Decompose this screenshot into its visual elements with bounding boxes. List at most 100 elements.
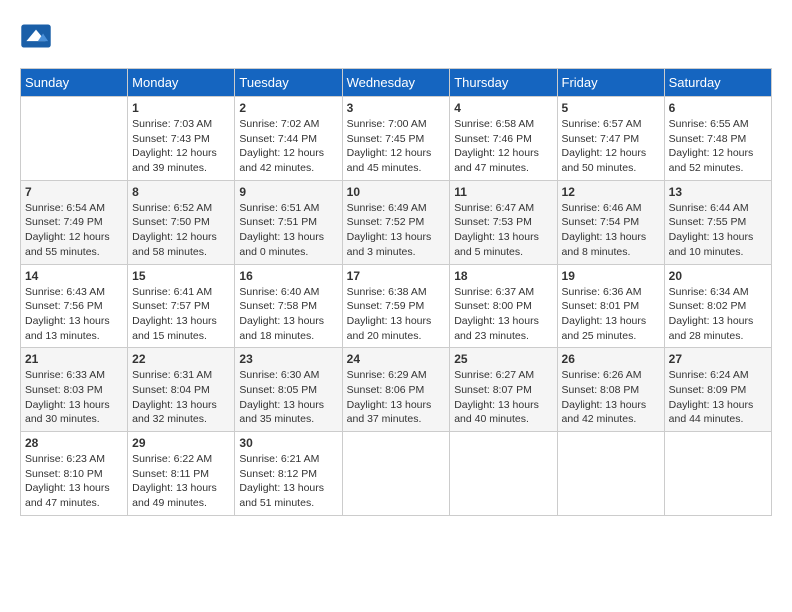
- calendar-cell: 10Sunrise: 6:49 AM Sunset: 7:52 PM Dayli…: [342, 180, 450, 264]
- day-info: Sunrise: 6:47 AM Sunset: 7:53 PM Dayligh…: [454, 201, 552, 260]
- day-number: 15: [132, 269, 230, 283]
- day-info: Sunrise: 6:38 AM Sunset: 7:59 PM Dayligh…: [347, 285, 446, 344]
- day-number: 6: [669, 101, 767, 115]
- day-number: 1: [132, 101, 230, 115]
- calendar-cell: 13 Sunrise: 6:44 AM Sunset: 7:55 PM Dayli…: [664, 180, 771, 264]
- calendar-cell: [342, 432, 450, 516]
- calendar-cell: 17 Sunrise: 6:38 AM Sunset: 7:59 PM Dayli…: [342, 264, 450, 348]
- calendar-cell: 27 Sunrise: 6:24 AM Sunset: 8:09 PM Dayli…: [664, 348, 771, 432]
- day-info: Sunrise: 7:02 AM Sunset: 7:44 PM Dayligh…: [239, 117, 337, 176]
- week-row-2: 7 Sunrise: 6:54 AM Sunset: 7:49 PM Daylig…: [21, 180, 772, 264]
- calendar-cell: 11 Sunrise: 6:47 AM Sunset: 7:53 PM Dayli…: [450, 180, 557, 264]
- calendar-cell: 9 Sunrise: 6:51 AM Sunset: 7:51 PM Daylig…: [235, 180, 342, 264]
- calendar-cell: 24 Sunrise: 6:29 AM Sunset: 8:06 PM Dayli…: [342, 348, 450, 432]
- day-info: Sunrise: 6:44 AM Sunset: 7:55 PM Dayligh…: [669, 201, 767, 260]
- day-info: Sunrise: 6:58 AM Sunset: 7:46 PM Dayligh…: [454, 117, 552, 176]
- day-number: 11: [454, 185, 552, 199]
- day-number: 26: [562, 352, 660, 366]
- day-number: 4: [454, 101, 552, 115]
- calendar-cell: 30 Sunrise: 6:21 AM Sunset: 8:12 PM Dayli…: [235, 432, 342, 516]
- calendar-cell: 28 Sunrise: 6:23 AM Sunset: 8:10 PM Dayli…: [21, 432, 128, 516]
- day-number: 22: [132, 352, 230, 366]
- day-number: 7: [25, 185, 123, 199]
- day-number: 29: [132, 436, 230, 450]
- day-info: Sunrise: 6:52 AM Sunset: 7:50 PM Dayligh…: [132, 201, 230, 260]
- day-info: Sunrise: 6:34 AM Sunset: 8:02 PM Dayligh…: [669, 285, 767, 344]
- day-info: Sunrise: 6:37 AM Sunset: 8:00 PM Dayligh…: [454, 285, 552, 344]
- week-row-5: 28 Sunrise: 6:23 AM Sunset: 8:10 PM Dayli…: [21, 432, 772, 516]
- week-row-3: 14Sunrise: 6:43 AM Sunset: 7:56 PM Dayli…: [21, 264, 772, 348]
- calendar-cell: 7 Sunrise: 6:54 AM Sunset: 7:49 PM Daylig…: [21, 180, 128, 264]
- calendar-cell: 18Sunrise: 6:37 AM Sunset: 8:00 PM Dayli…: [450, 264, 557, 348]
- day-number: 8: [132, 185, 230, 199]
- day-number: 12: [562, 185, 660, 199]
- day-info: Sunrise: 7:00 AM Sunset: 7:45 PM Dayligh…: [347, 117, 446, 176]
- day-info: Sunrise: 6:24 AM Sunset: 8:09 PM Dayligh…: [669, 368, 767, 427]
- day-number: 17: [347, 269, 446, 283]
- day-info: Sunrise: 6:57 AM Sunset: 7:47 PM Dayligh…: [562, 117, 660, 176]
- day-info: Sunrise: 6:22 AM Sunset: 8:11 PM Dayligh…: [132, 452, 230, 511]
- day-number: 25: [454, 352, 552, 366]
- calendar-cell: 3 Sunrise: 7:00 AM Sunset: 7:45 PM Daylig…: [342, 97, 450, 181]
- days-header-row: SundayMondayTuesdayWednesdayThursdayFrid…: [21, 69, 772, 97]
- day-header-monday: Monday: [128, 69, 235, 97]
- day-info: Sunrise: 6:23 AM Sunset: 8:10 PM Dayligh…: [25, 452, 123, 511]
- day-number: 13: [669, 185, 767, 199]
- calendar-cell: 14Sunrise: 6:43 AM Sunset: 7:56 PM Dayli…: [21, 264, 128, 348]
- day-info: Sunrise: 7:03 AM Sunset: 7:43 PM Dayligh…: [132, 117, 230, 176]
- day-info: Sunrise: 6:43 AM Sunset: 7:56 PM Dayligh…: [25, 285, 123, 344]
- calendar-cell: [557, 432, 664, 516]
- calendar-table: SundayMondayTuesdayWednesdayThursdayFrid…: [20, 68, 772, 516]
- day-info: Sunrise: 6:21 AM Sunset: 8:12 PM Dayligh…: [239, 452, 337, 511]
- day-header-wednesday: Wednesday: [342, 69, 450, 97]
- calendar-cell: 8 Sunrise: 6:52 AM Sunset: 7:50 PM Daylig…: [128, 180, 235, 264]
- calendar-cell: 20 Sunrise: 6:34 AM Sunset: 8:02 PM Dayli…: [664, 264, 771, 348]
- day-info: Sunrise: 6:33 AM Sunset: 8:03 PM Dayligh…: [25, 368, 123, 427]
- calendar-cell: 6Sunrise: 6:55 AM Sunset: 7:48 PM Daylig…: [664, 97, 771, 181]
- day-info: Sunrise: 6:29 AM Sunset: 8:06 PM Dayligh…: [347, 368, 446, 427]
- logo-icon: [20, 20, 52, 52]
- day-info: Sunrise: 6:27 AM Sunset: 8:07 PM Dayligh…: [454, 368, 552, 427]
- day-info: Sunrise: 6:54 AM Sunset: 7:49 PM Dayligh…: [25, 201, 123, 260]
- calendar-cell: 22 Sunrise: 6:31 AM Sunset: 8:04 PM Dayli…: [128, 348, 235, 432]
- week-row-1: 1 Sunrise: 7:03 AM Sunset: 7:43 PM Daylig…: [21, 97, 772, 181]
- day-info: Sunrise: 6:31 AM Sunset: 8:04 PM Dayligh…: [132, 368, 230, 427]
- calendar-cell: [450, 432, 557, 516]
- day-number: 27: [669, 352, 767, 366]
- calendar-cell: 21Sunrise: 6:33 AM Sunset: 8:03 PM Dayli…: [21, 348, 128, 432]
- day-number: 9: [239, 185, 337, 199]
- day-number: 5: [562, 101, 660, 115]
- calendar-cell: [21, 97, 128, 181]
- calendar-cell: 16 Sunrise: 6:40 AM Sunset: 7:58 PM Dayli…: [235, 264, 342, 348]
- day-info: Sunrise: 6:40 AM Sunset: 7:58 PM Dayligh…: [239, 285, 337, 344]
- day-number: 3: [347, 101, 446, 115]
- day-info: Sunrise: 6:36 AM Sunset: 8:01 PM Dayligh…: [562, 285, 660, 344]
- day-number: 20: [669, 269, 767, 283]
- calendar-cell: 2 Sunrise: 7:02 AM Sunset: 7:44 PM Daylig…: [235, 97, 342, 181]
- day-info: Sunrise: 6:46 AM Sunset: 7:54 PM Dayligh…: [562, 201, 660, 260]
- day-info: Sunrise: 6:41 AM Sunset: 7:57 PM Dayligh…: [132, 285, 230, 344]
- day-number: 28: [25, 436, 123, 450]
- calendar-cell: 23 Sunrise: 6:30 AM Sunset: 8:05 PM Dayli…: [235, 348, 342, 432]
- day-header-saturday: Saturday: [664, 69, 771, 97]
- logo: [20, 20, 56, 52]
- calendar-cell: 19Sunrise: 6:36 AM Sunset: 8:01 PM Dayli…: [557, 264, 664, 348]
- day-info: Sunrise: 6:51 AM Sunset: 7:51 PM Dayligh…: [239, 201, 337, 260]
- day-number: 30: [239, 436, 337, 450]
- calendar-cell: 12 Sunrise: 6:46 AM Sunset: 7:54 PM Dayli…: [557, 180, 664, 264]
- calendar-cell: [664, 432, 771, 516]
- calendar-cell: 15 Sunrise: 6:41 AM Sunset: 7:57 PM Dayli…: [128, 264, 235, 348]
- calendar-cell: 29 Sunrise: 6:22 AM Sunset: 8:11 PM Dayli…: [128, 432, 235, 516]
- calendar-cell: 25 Sunrise: 6:27 AM Sunset: 8:07 PM Dayli…: [450, 348, 557, 432]
- day-number: 10: [347, 185, 446, 199]
- day-number: 23: [239, 352, 337, 366]
- day-number: 2: [239, 101, 337, 115]
- day-number: 24: [347, 352, 446, 366]
- day-header-sunday: Sunday: [21, 69, 128, 97]
- calendar-cell: 26Sunrise: 6:26 AM Sunset: 8:08 PM Dayli…: [557, 348, 664, 432]
- day-header-thursday: Thursday: [450, 69, 557, 97]
- day-info: Sunrise: 6:30 AM Sunset: 8:05 PM Dayligh…: [239, 368, 337, 427]
- day-number: 16: [239, 269, 337, 283]
- calendar-cell: 5 Sunrise: 6:57 AM Sunset: 7:47 PM Daylig…: [557, 97, 664, 181]
- day-header-tuesday: Tuesday: [235, 69, 342, 97]
